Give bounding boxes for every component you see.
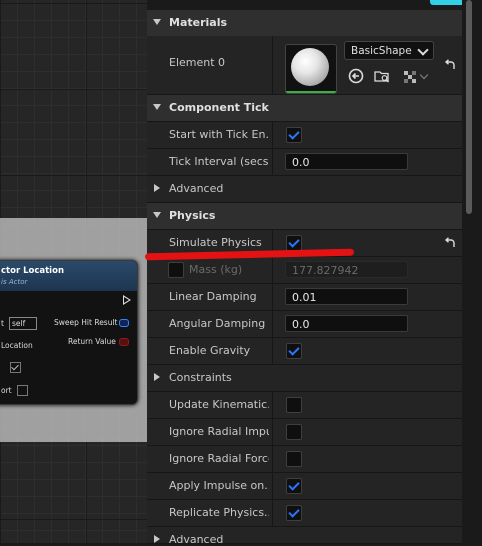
column-divider [272,311,273,337]
column-divider [272,36,273,94]
category-label: Materials [169,16,228,29]
checker-pattern-icon[interactable] [402,68,418,84]
exec-output-pin[interactable] [123,295,131,305]
column-divider [272,419,273,445]
category-label: Physics [169,209,216,222]
mass-input: 177.827942 [285,261,408,278]
row-mass: Mass (kg) 177.827942 [147,257,462,284]
material-thumbnail[interactable] [285,44,337,94]
property-label: Update Kinematic... [169,398,269,411]
row-linear-damping: Linear Damping 0.01 [147,284,462,311]
start-with-tick-checkbox[interactable] [286,127,302,143]
column-divider [272,500,273,526]
property-label: Ignore Radial Force [169,452,269,465]
ignore-radial-force-checkbox[interactable] [286,451,302,467]
property-label: Replicate Physics... [169,506,269,519]
row-angular-damping: Angular Damping 0.0 [147,311,462,338]
row-advanced-physics[interactable]: Advanced [147,527,462,546]
row-update-kinematic: Update Kinematic... [147,392,462,419]
angular-damping-input[interactable]: 0.0 [285,315,408,332]
apply-impulse-checkbox[interactable] [286,478,302,494]
browse-folder-icon[interactable] [374,68,390,84]
replicate-physics-checkbox[interactable] [286,505,302,521]
details-panel: Materials Element 0 BasicShape Component… [147,0,482,546]
tick-interval-input[interactable]: 0.0 [285,153,408,170]
property-label: Mass (kg) [189,263,243,276]
category-label: Component Tick [169,101,269,114]
return-value-label: Return Value [68,337,116,346]
expand-arrow-icon [154,184,160,192]
blueprint-graph[interactable]: ctor Location is Actor t self Sweep Hit … [0,0,147,543]
column-divider [272,284,273,310]
material-combo[interactable]: BasicShape [344,41,434,60]
row-enable-gravity: Enable Gravity [147,338,462,365]
reset-to-default-icon[interactable] [444,59,456,71]
property-label: Angular Damping [169,317,266,330]
row-ignore-radial-impulse: Ignore Radial Impu... [147,419,462,446]
mass-override-checkbox[interactable] [168,262,184,278]
simulate-physics-checkbox[interactable] [286,235,302,251]
category-component-tick[interactable]: Component Tick [147,95,462,122]
column-divider [272,122,273,148]
property-label: Start with Tick En... [169,128,269,141]
collapse-arrow-icon [153,104,161,110]
set-actor-location-node[interactable]: ctor Location is Actor t self Sweep Hit … [0,260,138,405]
update-kinematic-checkbox[interactable] [286,397,302,413]
teleport-pin-label: ort [1,386,12,395]
collapse-arrow-icon [153,212,161,218]
material-name: BasicShape [351,45,412,57]
sweep-checkbox[interactable] [10,362,21,373]
linear-damping-input[interactable]: 0.01 [285,288,408,305]
advanced-label: Advanced [169,182,224,195]
ignore-radial-impulse-checkbox[interactable] [286,424,302,440]
row-tick-interval: Tick Interval (secs) 0.0 [147,149,462,176]
column-divider [272,338,273,364]
details-scrollbar[interactable] [462,0,482,543]
category-physics[interactable]: Physics [147,203,462,230]
property-label: Enable Gravity [169,344,251,357]
row-constraints[interactable]: Constraints [147,365,462,392]
property-label: Ignore Radial Impu... [169,425,269,438]
expand-arrow-icon [154,535,160,543]
scrollbar-thumb[interactable] [466,0,472,214]
property-label: Tick Interval (secs) [169,155,269,168]
sweep-hit-result-label: Sweep Hit Result [54,318,118,327]
chevron-down-icon[interactable] [419,70,429,80]
column-divider [272,473,273,499]
reset-to-default-icon[interactable] [444,237,456,249]
chevron-down-icon [417,44,429,56]
row-replicate-physics: Replicate Physics... [147,500,462,527]
column-divider [272,257,273,283]
location-pin-label: Location [1,341,33,350]
collapse-arrow-icon [153,19,161,25]
teleport-checkbox[interactable] [17,385,28,396]
enable-gravity-checkbox[interactable] [286,343,302,359]
row-ignore-radial-force: Ignore Radial Force [147,446,462,473]
sphere-preview [291,48,329,86]
row-start-with-tick: Start with Tick En... [147,122,462,149]
row-apply-impulse: Apply Impulse on... [147,473,462,500]
property-label: Apply Impulse on... [169,479,269,492]
advanced-label: Advanced [169,533,224,546]
target-pin-input[interactable]: self [9,317,37,330]
column-divider [272,392,273,418]
category-materials[interactable]: Materials [147,10,462,37]
material-type-bar [286,91,336,93]
row-advanced-tick[interactable]: Advanced [147,176,462,203]
column-divider [272,149,273,175]
sweep-hit-result-pin[interactable] [119,319,129,327]
property-label: Linear Damping [169,290,257,303]
expand-arrow-icon [154,373,160,381]
constraints-label: Constraints [169,371,232,384]
return-value-pin[interactable] [119,338,129,346]
element-0-label: Element 0 [169,56,226,69]
material-element-row: Element 0 BasicShape [147,36,462,95]
target-pin-label: t [1,319,4,328]
property-label: Simulate Physics [169,236,262,249]
use-selected-arrow-icon[interactable] [348,68,364,84]
node-subtitle: is Actor [1,278,28,286]
node-title: ctor Location [1,266,64,276]
column-divider [272,446,273,472]
